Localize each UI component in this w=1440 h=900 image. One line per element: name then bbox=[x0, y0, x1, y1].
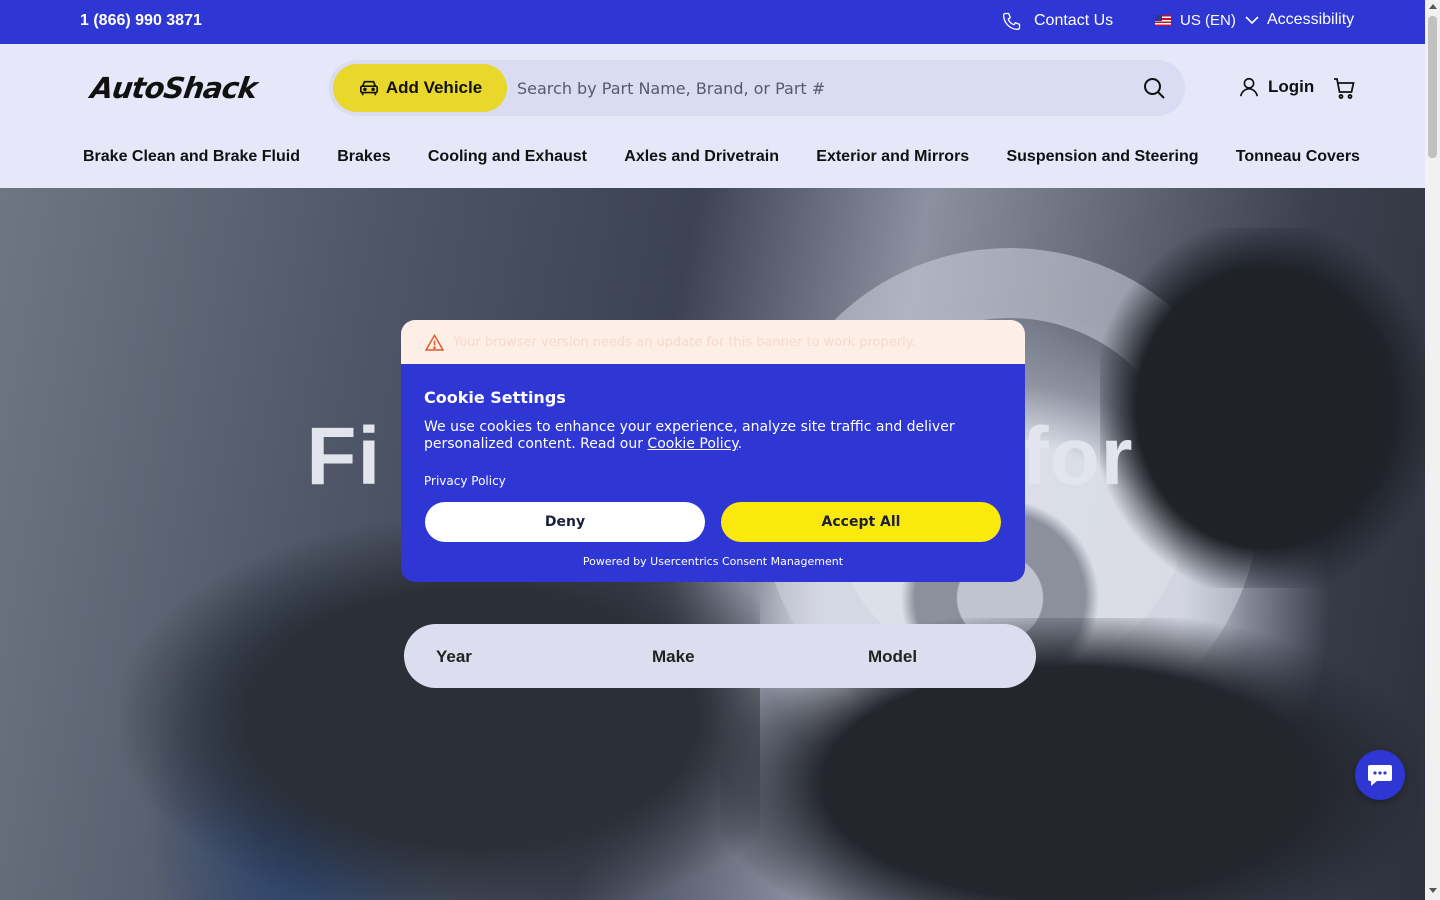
make-select[interactable]: Make bbox=[652, 647, 695, 667]
search-input[interactable] bbox=[517, 74, 1117, 102]
nav-item-tonneau-covers[interactable]: Tonneau Covers bbox=[1236, 148, 1360, 166]
browser-warning-text: Your browser version needs an update for… bbox=[453, 334, 916, 350]
login-button[interactable]: Login bbox=[1238, 76, 1314, 98]
chat-icon bbox=[1368, 765, 1392, 786]
year-select[interactable]: Year bbox=[436, 647, 472, 667]
nav-item-cooling-exhaust[interactable]: Cooling and Exhaust bbox=[428, 148, 587, 166]
cookie-policy-link[interactable]: Cookie Policy bbox=[647, 436, 737, 452]
deny-button[interactable]: Deny bbox=[425, 502, 705, 542]
us-flag-icon bbox=[1155, 15, 1171, 26]
phone-number-link[interactable]: 1 (866) 990 3871 bbox=[80, 12, 202, 30]
cart-icon bbox=[1334, 78, 1355, 99]
accessibility-label: Accessibility bbox=[1267, 11, 1355, 28]
car-icon bbox=[359, 80, 378, 96]
contact-us-link[interactable]: Contact Us bbox=[1002, 11, 1113, 31]
hero-glove-image bbox=[1100, 228, 1425, 588]
add-vehicle-label: Add Vehicle bbox=[385, 78, 483, 97]
search-bar: Add Vehicle bbox=[329, 60, 1185, 116]
page-scrollbar[interactable] bbox=[1425, 0, 1440, 900]
privacy-policy-link[interactable]: Privacy Policy bbox=[424, 474, 506, 488]
category-nav: Brake Clean and Brake Fluid Brakes Cooli… bbox=[83, 148, 1360, 166]
cart-button[interactable] bbox=[1332, 76, 1356, 105]
model-select[interactable]: Model bbox=[868, 647, 917, 667]
cookie-dialog-description: We use cookies to enhance your experienc… bbox=[424, 419, 984, 453]
top-bar: 1 (866) 990 3871 Contact Us US (EN) Acce… bbox=[0, 0, 1425, 44]
language-selector[interactable]: US (EN) bbox=[1155, 12, 1236, 29]
hero-title-left: Fi bbox=[306, 411, 382, 502]
page: 1 (866) 990 3871 Contact Us US (EN) Acce… bbox=[0, 0, 1425, 900]
nav-item-axles-drivetrain[interactable]: Axles and Drivetrain bbox=[624, 148, 779, 166]
accessibility-button[interactable]: Accessibility bbox=[1244, 11, 1354, 29]
scroll-up-arrow-icon[interactable] bbox=[1429, 4, 1437, 9]
scroll-down-arrow-icon[interactable] bbox=[1429, 888, 1437, 893]
cookie-description-end: . bbox=[737, 436, 743, 452]
chat-button[interactable] bbox=[1355, 750, 1405, 800]
accept-all-button[interactable]: Accept All bbox=[721, 502, 1001, 542]
powered-by-text: Powered by Usercentrics Consent Manageme… bbox=[582, 555, 844, 568]
scrollbar-thumb[interactable] bbox=[1428, 16, 1437, 158]
header: AutoShack Add Vehicle Login Brake Clean … bbox=[0, 44, 1425, 188]
hero-title-right: for bbox=[1021, 411, 1134, 502]
language-label: US (EN) bbox=[1180, 12, 1236, 29]
add-vehicle-button[interactable]: Add Vehicle bbox=[333, 64, 507, 112]
search-icon bbox=[1144, 78, 1165, 99]
vehicle-selector: Year Make Model bbox=[404, 624, 1036, 688]
login-label: Login bbox=[1268, 77, 1315, 96]
nav-item-suspension-steering[interactable]: Suspension and Steering bbox=[1006, 148, 1198, 166]
cookie-consent-dialog: Your browser version needs an update for… bbox=[401, 320, 1025, 582]
logo[interactable]: AutoShack bbox=[89, 71, 259, 105]
phone-icon bbox=[1002, 12, 1021, 31]
nav-item-exterior-mirrors[interactable]: Exterior and Mirrors bbox=[816, 148, 969, 166]
chevron-down-icon bbox=[1245, 16, 1259, 25]
cookie-dialog-title: Cookie Settings bbox=[424, 388, 566, 407]
nav-item-brake-clean[interactable]: Brake Clean and Brake Fluid bbox=[83, 148, 300, 166]
browser-warning-banner: Your browser version needs an update for… bbox=[401, 320, 1025, 364]
contact-us-label: Contact Us bbox=[1034, 12, 1114, 29]
search-button[interactable] bbox=[1142, 76, 1166, 105]
warning-icon bbox=[425, 333, 444, 351]
user-icon bbox=[1239, 77, 1259, 97]
nav-item-brakes[interactable]: Brakes bbox=[337, 148, 390, 166]
